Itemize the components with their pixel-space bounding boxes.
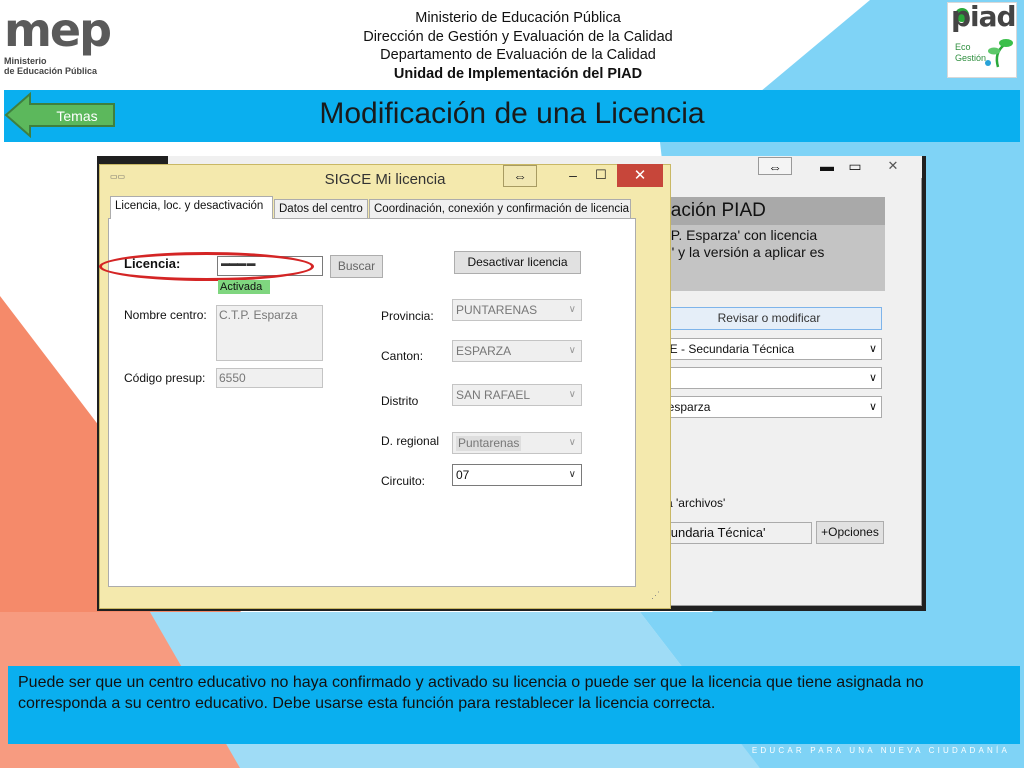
resize-icon[interactable]: ⇔ [503, 165, 537, 187]
chevron-down-icon: ∨ [868, 401, 877, 413]
provincia-select[interactable]: PUNTARENAS ∨ [452, 299, 582, 321]
chevron-down-icon: ∨ [568, 345, 576, 356]
regional-label: D. regional [381, 434, 440, 448]
mep-logo-subtitle: Ministerio de Educación Pública [4, 56, 98, 76]
tab-licencia[interactable]: Licencia, loc. y desactivación [110, 196, 273, 219]
header-line: Departamento de Evaluación de la Calidad [380, 47, 656, 64]
tab-datos-centro[interactable]: Datos del centro [274, 199, 368, 219]
distrito-label: Distrito [381, 394, 419, 408]
chevron-down-icon: ∨ [868, 372, 877, 384]
header-line: Ministerio de Educación Pública [415, 10, 621, 26]
bg-select[interactable]: _esparza ∨ [656, 396, 882, 418]
codigo-label: Código presup: [124, 371, 206, 385]
resize-icon[interactable]: ⇔ [758, 157, 792, 175]
circuito-select[interactable]: 07 ∨ [452, 464, 582, 486]
status-badge: Activada [218, 280, 270, 294]
bg-select[interactable]: CE - Secundaria Técnica ∨ [656, 338, 882, 360]
highlight-oval [99, 252, 314, 281]
distrito-select[interactable]: SAN RAFAEL ∨ [452, 384, 582, 406]
canton-select[interactable]: ESPARZA ∨ [452, 340, 582, 362]
close-icon[interactable]: ✕ [870, 157, 916, 175]
mep-logo: mep [4, 3, 112, 57]
desactivar-button[interactable]: Desactivar licencia [454, 251, 581, 274]
chevron-down-icon: ∨ [568, 437, 576, 448]
buscar-button[interactable]: Buscar [330, 255, 383, 278]
minimize-icon[interactable]: ‒ [560, 167, 586, 185]
note-text: Puede ser que un centro educativo no hay… [18, 674, 924, 712]
chevron-down-icon: ∨ [568, 389, 576, 400]
provincia-label: Provincia: [381, 309, 434, 323]
page-title: Modificación de una Licencia [319, 97, 705, 130]
bg-select[interactable]: D∨ [656, 367, 882, 389]
nombre-centro-field[interactable]: C.T.P. Esparza [216, 305, 323, 361]
close-button[interactable]: ✕ [617, 164, 663, 187]
header-line: Unidad de Implementación del PIAD [393, 65, 643, 82]
bg-window-info: .T.P. Esparza' con licencia 01' y la ver… [656, 225, 885, 291]
tab-coordinacion[interactable]: Coordinación, conexión y confirmación de… [369, 199, 631, 219]
resize-grip-icon[interactable]: ⋰ [651, 590, 660, 601]
dialog-title: SIGCE Mi licencia [324, 171, 446, 188]
options-button[interactable]: +Opciones [816, 521, 884, 544]
chevron-down-icon: ∨ [868, 343, 877, 355]
bg-window-header: alación PIAD [656, 197, 885, 225]
chevron-down-icon: ∨ [568, 469, 576, 480]
bg-field[interactable]: ecundaria Técnica' [656, 522, 812, 544]
slogan: EDUCAR PARA UNA NUEVA CIUDADANÍA [751, 746, 1010, 755]
review-button[interactable]: Revisar o modificar [656, 307, 882, 330]
header-text: Ministerio de Educación Pública Direcció… [300, 9, 736, 83]
piad-logo-subtitle: Eco Gestión [955, 42, 987, 63]
circuito-label: Circuito: [381, 474, 426, 488]
codigo-field[interactable]: 6550 [216, 368, 323, 388]
header-line: Dirección de Gestión y Evaluación de la … [363, 28, 673, 45]
app-icon: ▭▭ [110, 172, 126, 181]
piad-logo-word: piad [951, 0, 1017, 33]
chevron-down-icon: ∨ [568, 304, 576, 315]
maximize-icon[interactable]: ▭ [838, 157, 872, 175]
back-button-label[interactable]: Temas [38, 105, 116, 127]
regional-select[interactable]: Puntarenas ∨ [452, 432, 582, 454]
canton-label: Canton: [381, 349, 424, 363]
nombre-centro-label: Nombre centro: [124, 308, 207, 322]
maximize-icon[interactable]: ☐ [588, 167, 614, 185]
